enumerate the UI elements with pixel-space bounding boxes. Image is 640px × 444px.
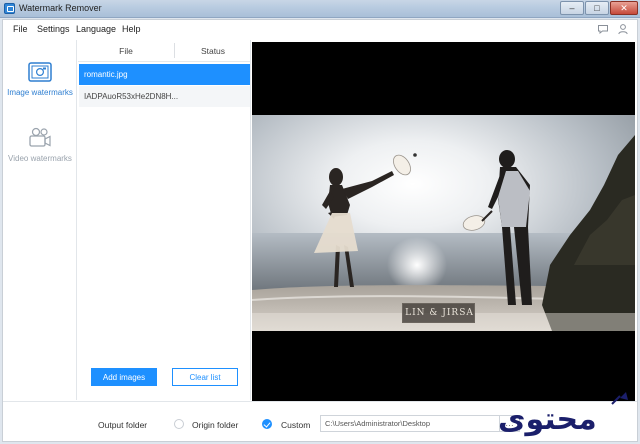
custom-folder-radio[interactable] bbox=[262, 419, 272, 429]
menu-help[interactable]: Help bbox=[122, 24, 141, 34]
chat-icon[interactable] bbox=[597, 23, 609, 35]
output-folder-label: Output folder bbox=[98, 420, 148, 430]
menu-bar: File Settings Language Help bbox=[3, 20, 637, 40]
sidebar-item-video-watermarks[interactable]: Video watermarks bbox=[3, 126, 77, 186]
column-header-file[interactable]: File bbox=[78, 46, 174, 56]
image-icon bbox=[28, 62, 52, 82]
sidebar-item-label: Video watermarks bbox=[8, 154, 72, 163]
site-logo: محتوى bbox=[494, 388, 636, 442]
column-header-status[interactable]: Status bbox=[175, 46, 251, 56]
file-list-panel: File Status romantic.jpg IADPAuoR53xHe2D… bbox=[78, 40, 251, 400]
custom-folder-label[interactable]: Custom bbox=[281, 420, 310, 430]
image-preview[interactable]: LIN & JIRSA bbox=[252, 42, 635, 402]
user-icon[interactable] bbox=[617, 23, 629, 35]
beach-couple-photo bbox=[252, 115, 635, 331]
title-bar: Watermark Remover – □ ✕ bbox=[0, 0, 640, 18]
watermark-overlay[interactable]: LIN & JIRSA bbox=[402, 303, 475, 323]
window-title: Watermark Remover bbox=[19, 3, 102, 13]
close-button[interactable]: ✕ bbox=[610, 1, 638, 15]
clear-list-button[interactable]: Clear list bbox=[172, 368, 238, 386]
add-images-button[interactable]: Add images bbox=[91, 368, 157, 386]
output-path-field[interactable]: C:\Users\Administrator\Desktop bbox=[320, 415, 500, 432]
file-list-item[interactable]: IADPAuoR53xHe2DN8H... bbox=[79, 86, 250, 107]
origin-folder-radio[interactable] bbox=[174, 419, 184, 429]
menu-language[interactable]: Language bbox=[76, 24, 116, 34]
sidebar-item-label: Image watermarks bbox=[7, 88, 73, 97]
menu-file[interactable]: File bbox=[13, 24, 28, 34]
logo-text: محتوى bbox=[498, 402, 597, 437]
file-list-item-selected[interactable]: romantic.jpg bbox=[79, 64, 250, 85]
video-camera-icon bbox=[29, 127, 51, 147]
minimize-button[interactable]: – bbox=[560, 1, 584, 15]
origin-folder-label[interactable]: Origin folder bbox=[192, 420, 238, 430]
maximize-button[interactable]: □ bbox=[585, 1, 609, 15]
watermark-text: LIN & JIRSA bbox=[405, 308, 474, 318]
preview-photo: LIN & JIRSA bbox=[252, 115, 635, 331]
sidebar: Image watermarks Video watermarks bbox=[3, 40, 77, 400]
file-list-header: File Status bbox=[78, 40, 251, 62]
app-window: Watermark Remover – □ ✕ File Settings La… bbox=[0, 0, 640, 444]
menu-settings[interactable]: Settings bbox=[37, 24, 70, 34]
sidebar-item-image-watermarks[interactable]: Image watermarks bbox=[3, 60, 77, 120]
client-area: File Settings Language Help Image waterm… bbox=[2, 19, 638, 442]
app-logo-icon bbox=[4, 3, 15, 14]
